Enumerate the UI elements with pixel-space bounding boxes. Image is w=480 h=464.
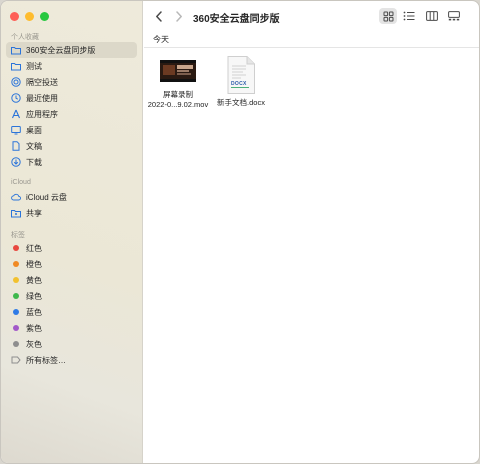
sidebar-item-label: 360安全云盘同步版 [26, 45, 96, 55]
docx-underline [231, 87, 249, 88]
video-thumbnail-icon [160, 56, 196, 86]
sidebar-tag-red[interactable]: 红色 [6, 240, 137, 256]
sidebar-item-desktop[interactable]: 桌面 [6, 122, 137, 138]
sidebar-item-label: iCloud 云盘 [26, 192, 67, 202]
sidebar-item-label: 灰色 [26, 339, 42, 349]
file-item-docx[interactable]: DOCX 新手文档.docx [201, 56, 281, 108]
sidebar-item-label: 红色 [26, 243, 42, 253]
applications-icon [11, 109, 21, 119]
sidebar-item-label: 文稿 [26, 141, 42, 151]
sidebar-item-label: 桌面 [26, 125, 42, 135]
sidebar-item-label: 测试 [26, 61, 42, 71]
close-button[interactable] [10, 12, 19, 21]
sidebar-tag-yellow[interactable]: 黄色 [6, 272, 137, 288]
gray-tag-dot-icon [13, 341, 19, 347]
sidebar-item-icloud-drive[interactable]: iCloud 云盘 [6, 189, 137, 205]
list-icon [403, 11, 415, 21]
sidebar-item-label: 蓝色 [26, 307, 42, 317]
sidebar-tag-gray[interactable]: 灰色 [6, 336, 137, 352]
sidebar-item-airdrop[interactable]: 隔空投送 [6, 74, 137, 90]
airdrop-icon [11, 77, 21, 87]
sidebar-item-label: 最近使用 [26, 93, 58, 103]
orange-tag-dot-icon [13, 261, 19, 267]
finder-window: 个人收藏 360安全云盘同步版 测试 隔空投送 最近使用 应用程序 桌面 文稿 [0, 0, 480, 464]
back-button[interactable] [152, 9, 166, 23]
desktop-icon [11, 125, 21, 135]
blue-tag-dot-icon [13, 309, 19, 315]
shared-folder-icon [11, 208, 21, 218]
sidebar-item-label: 绿色 [26, 291, 42, 301]
tags-section-title: 标签 [11, 232, 25, 239]
column-view-button[interactable] [423, 8, 441, 24]
grid-icon [383, 11, 393, 21]
group-header-today: 今天 [144, 31, 479, 48]
sidebar-tag-orange[interactable]: 橙色 [6, 256, 137, 272]
docx-document-icon: DOCX [226, 56, 256, 94]
icloud-section-title: iCloud [11, 179, 31, 186]
sidebar-item-label: 紫色 [26, 323, 42, 333]
folder-icon [11, 61, 21, 71]
sidebar-item-label: 下载 [26, 157, 42, 167]
sidebar: 个人收藏 360安全云盘同步版 测试 隔空投送 最近使用 应用程序 桌面 文稿 [1, 1, 143, 463]
columns-icon [426, 11, 438, 21]
cloud-icon [11, 192, 21, 202]
sidebar-item-label: 橙色 [26, 259, 42, 269]
gallery-view-button[interactable] [445, 8, 463, 24]
folder-icon [11, 45, 21, 55]
list-view-button[interactable] [400, 8, 418, 24]
zoom-button[interactable] [40, 12, 49, 21]
icon-view-button[interactable] [379, 8, 397, 24]
sidebar-item-label: 应用程序 [26, 109, 58, 119]
sidebar-item-label: 所有标签… [26, 355, 66, 365]
sidebar-item-360-cloud[interactable]: 360安全云盘同步版 [6, 42, 137, 58]
red-tag-dot-icon [13, 245, 19, 251]
yellow-tag-dot-icon [13, 277, 19, 283]
traffic-lights [10, 12, 49, 21]
sidebar-tag-blue[interactable]: 蓝色 [6, 304, 137, 320]
green-tag-dot-icon [13, 293, 19, 299]
sidebar-item-applications[interactable]: 应用程序 [6, 106, 137, 122]
sidebar-item-shared[interactable]: 共享 [6, 205, 137, 221]
sidebar-item-label: 共享 [26, 208, 42, 218]
window-title: 360安全云盘同步版 [193, 14, 280, 25]
clock-icon [11, 93, 21, 103]
sidebar-item-all-tags[interactable]: 所有标签… [6, 352, 137, 368]
download-icon [11, 157, 21, 167]
favorites-section-title: 个人收藏 [11, 34, 39, 41]
chevron-right-icon [176, 10, 182, 22]
sidebar-item-downloads[interactable]: 下载 [6, 154, 137, 170]
sidebar-item-label: 黄色 [26, 275, 42, 285]
forward-button[interactable] [172, 9, 186, 23]
sidebar-item-label: 隔空投送 [26, 77, 58, 87]
file-name-line1: 新手文档.docx [217, 98, 265, 107]
sidebar-tag-purple[interactable]: 紫色 [6, 320, 137, 336]
sidebar-item-recents[interactable]: 最近使用 [6, 90, 137, 106]
tag-outline-icon [11, 355, 21, 365]
purple-tag-dot-icon [13, 325, 19, 331]
document-icon [11, 141, 21, 151]
sidebar-item-test[interactable]: 测试 [6, 58, 137, 74]
gallery-icon [448, 11, 460, 21]
sidebar-tag-green[interactable]: 绿色 [6, 288, 137, 304]
sidebar-item-documents[interactable]: 文稿 [6, 138, 137, 154]
chevron-left-icon [156, 10, 162, 22]
minimize-button[interactable] [25, 12, 34, 21]
